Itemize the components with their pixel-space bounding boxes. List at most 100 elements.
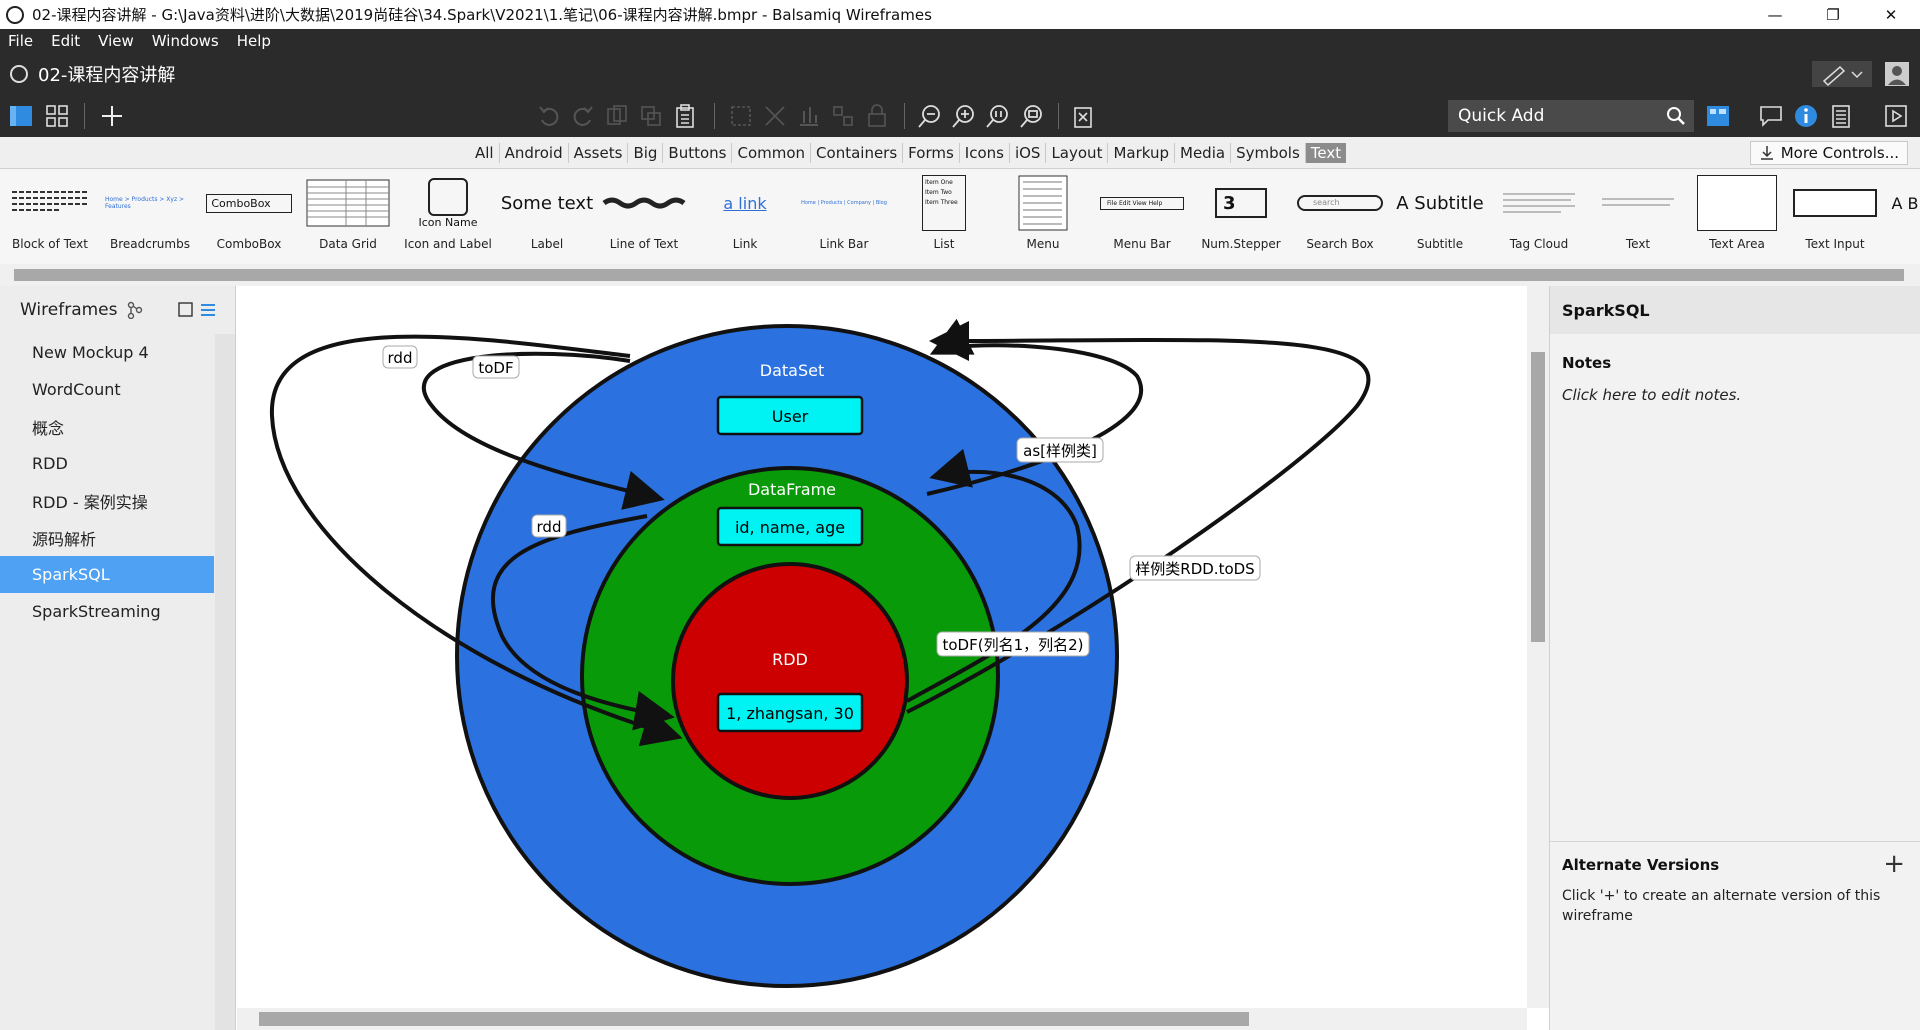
zoom-in-icon[interactable] xyxy=(949,101,979,131)
add-alternate-version-button[interactable]: + xyxy=(1883,851,1905,877)
notes-placeholder[interactable]: Click here to edit notes. xyxy=(1550,380,1920,410)
lib-line-of-text[interactable]: Line of Text xyxy=(600,169,688,264)
wireframe-canvas[interactable]: DataSet DataFrame RDD User id, name, age… xyxy=(237,286,1527,1008)
lib-breadcrumbs[interactable]: Home > Products > Xyz > Features Breadcr… xyxy=(105,169,195,264)
label-rdd-mid: rdd xyxy=(537,518,562,536)
single-view-icon[interactable] xyxy=(6,101,36,131)
library-scrollbar[interactable] xyxy=(0,264,1920,286)
group-icon[interactable] xyxy=(726,101,756,131)
lib-list[interactable]: Item One Item Two Item Three List xyxy=(900,169,988,264)
category-symbols[interactable]: Symbols xyxy=(1230,143,1305,163)
document-title[interactable]: 02-课程内容讲解 xyxy=(38,61,175,87)
search-icon[interactable] xyxy=(1666,106,1686,126)
wireframe-item[interactable]: WordCount xyxy=(0,371,235,408)
lib-link-bar[interactable]: Home | Products | Company | Blog Link Ba… xyxy=(796,169,892,264)
category-assets[interactable]: Assets xyxy=(567,143,628,163)
rdd-circle[interactable] xyxy=(671,562,909,800)
label-case-rdd-tods: 样例类RDD.toDS xyxy=(1135,560,1254,578)
lib-combobox[interactable]: ComboBox ComboBox xyxy=(204,169,294,264)
thumbnail-view-icon[interactable] xyxy=(178,302,194,318)
grid-view-icon[interactable] xyxy=(42,101,72,131)
category-buttons[interactable]: Buttons xyxy=(662,143,731,163)
presentation-play-icon[interactable] xyxy=(1881,101,1911,131)
redo-icon[interactable] xyxy=(568,101,598,131)
zoom-out-icon[interactable] xyxy=(915,101,945,131)
ungroup-icon[interactable] xyxy=(760,101,790,131)
undo-icon[interactable] xyxy=(534,101,564,131)
sparksql-diagram: DataSet DataFrame RDD User id, name, age… xyxy=(269,318,1371,988)
menu-windows[interactable]: Windows xyxy=(152,32,219,50)
lib-label[interactable]: Some text Label xyxy=(500,169,594,264)
notes-list-icon[interactable] xyxy=(1826,101,1856,131)
inspector-title[interactable]: SparkSQL xyxy=(1550,286,1920,334)
copy-icon[interactable] xyxy=(602,101,632,131)
lib-menu-bar[interactable]: File Edit View Help Menu Bar xyxy=(1095,169,1189,264)
category-common[interactable]: Common xyxy=(731,143,810,163)
user-avatar-icon[interactable] xyxy=(1885,62,1909,86)
wireframe-item[interactable]: 概念 xyxy=(0,408,235,445)
lib-partial-item[interactable]: A B xyxy=(1890,169,1920,264)
list-view-icon[interactable] xyxy=(200,302,216,318)
lib-block-of-text[interactable]: Block of Text xyxy=(10,169,90,264)
lib-text[interactable]: Text xyxy=(1594,169,1682,264)
category-layout[interactable]: Layout xyxy=(1045,143,1107,163)
lib-text-input[interactable]: Text Input xyxy=(1790,169,1880,264)
category-containers[interactable]: Containers xyxy=(810,143,902,163)
menu-help[interactable]: Help xyxy=(237,32,271,50)
menu-view[interactable]: View xyxy=(98,32,134,50)
arrange-icon[interactable] xyxy=(828,101,858,131)
lib-text-area[interactable]: Text Area xyxy=(1692,169,1782,264)
wireframe-item[interactable]: RDD xyxy=(0,445,235,482)
category-icons[interactable]: Icons xyxy=(958,143,1009,163)
wireframes-scrollbar[interactable] xyxy=(215,334,235,1030)
category-markup[interactable]: Markup xyxy=(1107,143,1174,163)
canvas-horizontal-scrollbar[interactable] xyxy=(237,1008,1527,1030)
wireframe-item[interactable]: SparkSQL xyxy=(0,556,214,593)
lib-link[interactable]: a link Link xyxy=(700,169,790,264)
canvas-vertical-scrollbar[interactable] xyxy=(1527,286,1549,1008)
menu-file[interactable]: File xyxy=(8,32,33,50)
quick-add-input[interactable] xyxy=(1458,106,1658,126)
wireframe-item[interactable]: RDD - 案例实操 xyxy=(0,482,235,519)
alternate-versions-heading: Alternate Versions xyxy=(1562,856,1720,874)
category-big[interactable]: Big xyxy=(627,143,662,163)
ui-library-icon[interactable] xyxy=(1703,101,1733,131)
close-button[interactable]: ✕ xyxy=(1862,0,1920,29)
comments-icon[interactable] xyxy=(1756,101,1786,131)
menu-bar: File Edit View Windows Help xyxy=(0,29,1920,53)
wireframe-item[interactable]: New Mockup 4 xyxy=(0,334,235,371)
category-ios[interactable]: iOS xyxy=(1008,143,1046,163)
info-icon[interactable] xyxy=(1791,101,1821,131)
lib-data-grid[interactable]: Data Grid xyxy=(300,169,396,264)
add-wireframe-icon[interactable] xyxy=(97,101,127,131)
lock-icon[interactable] xyxy=(862,101,892,131)
category-forms[interactable]: Forms xyxy=(902,143,959,163)
label-as-case: as[样例类] xyxy=(1023,442,1097,460)
minimize-button[interactable]: — xyxy=(1746,0,1804,29)
presentation-clipboard-icon[interactable] xyxy=(1068,101,1098,131)
edit-mode-dropdown[interactable] xyxy=(1812,61,1872,87)
lib-subtitle[interactable]: A Subtitle Subtitle xyxy=(1390,169,1490,264)
category-text[interactable]: Text xyxy=(1304,143,1347,163)
zoom-actual-icon[interactable] xyxy=(983,101,1013,131)
duplicate-icon[interactable] xyxy=(636,101,666,131)
category-bar: All Android Assets Big Buttons Common Containe… xyxy=(0,137,1920,169)
align-icon[interactable] xyxy=(794,101,824,131)
zoom-fit-icon[interactable] xyxy=(1017,101,1047,131)
category-media[interactable]: Media xyxy=(1174,143,1230,163)
more-controls-button[interactable]: More Controls... xyxy=(1749,141,1908,165)
lib-tag-cloud[interactable]: Tag Cloud xyxy=(1494,169,1584,264)
category-all[interactable]: All xyxy=(470,143,499,163)
lib-icon-and-label[interactable]: Icon Name Icon and Label xyxy=(403,169,493,264)
menu-edit[interactable]: Edit xyxy=(51,32,80,50)
restore-button[interactable]: ❐ xyxy=(1804,0,1862,29)
wireframe-item[interactable]: 源码解析 xyxy=(0,519,235,556)
lib-num-stepper[interactable]: 3 Num.Stepper xyxy=(1196,169,1286,264)
lib-search-box[interactable]: search Search Box xyxy=(1292,169,1388,264)
lib-menu[interactable]: Menu xyxy=(998,169,1088,264)
paste-icon[interactable] xyxy=(670,101,700,131)
branch-icon[interactable] xyxy=(126,301,144,319)
category-android[interactable]: Android xyxy=(498,143,568,163)
wireframe-item[interactable]: SparkStreaming xyxy=(0,593,235,630)
quick-add-box[interactable] xyxy=(1448,100,1694,132)
